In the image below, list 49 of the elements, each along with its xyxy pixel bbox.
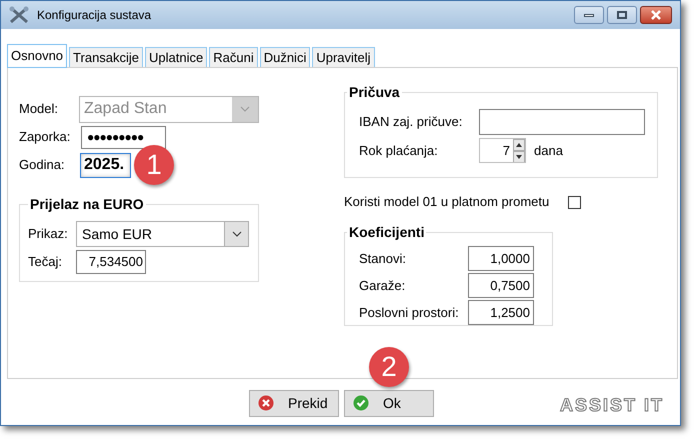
password-label: Zaporka: bbox=[19, 128, 72, 146]
tab[interactable]: Transakcije bbox=[69, 47, 144, 68]
days-label: dana bbox=[534, 142, 563, 160]
check-icon bbox=[353, 395, 369, 411]
payment-term-spinner[interactable]: 7 bbox=[479, 138, 526, 163]
window-title: Konfiguracija sustava bbox=[37, 7, 152, 24]
year-field[interactable]: 2025. bbox=[80, 152, 131, 178]
spin-up-icon[interactable] bbox=[513, 139, 525, 150]
tools-icon bbox=[9, 6, 29, 24]
iban-field[interactable] bbox=[479, 109, 645, 135]
tab[interactable]: Dužnici bbox=[260, 47, 310, 68]
tab[interactable]: Računi bbox=[209, 47, 258, 68]
payment-term-label: Rok plaćanja: bbox=[359, 142, 439, 160]
coefficient-field[interactable]: 0,7500 bbox=[468, 273, 534, 298]
display-value: Samo EUR bbox=[81, 224, 154, 244]
display-dropdown[interactable]: Samo EUR bbox=[76, 221, 249, 247]
model01-checkbox[interactable] bbox=[568, 196, 581, 208]
minimize-icon bbox=[584, 14, 594, 16]
model01-label: Koristi model 01 u platnom prometu bbox=[344, 193, 550, 212]
rate-label: Tečaj: bbox=[28, 253, 63, 272]
cancel-button[interactable]: Prekid bbox=[249, 390, 339, 416]
year-label: Godina: bbox=[19, 156, 66, 174]
model-label: Model: bbox=[19, 100, 60, 118]
group-title: Prijelaz na EURO bbox=[29, 195, 145, 214]
iban-label: IBAN zaj. pričuve: bbox=[359, 113, 464, 132]
tab[interactable]: Uplatnice bbox=[145, 47, 208, 68]
close-icon bbox=[650, 10, 662, 20]
maximize-icon bbox=[617, 11, 627, 19]
maximize-button[interactable] bbox=[607, 6, 637, 24]
spinner-value: 7 bbox=[502, 142, 511, 160]
coefficient-field[interactable]: 1,0000 bbox=[468, 246, 534, 271]
close-button[interactable] bbox=[640, 6, 672, 24]
model-value: Zapad Stan bbox=[83, 99, 168, 119]
logo: ASSIST IT bbox=[560, 394, 664, 416]
group-title: Koeficijenti bbox=[348, 223, 426, 242]
coefficient-label: Stanovi: bbox=[359, 250, 407, 268]
cancel-icon bbox=[258, 395, 274, 411]
tab[interactable]: Osnovno bbox=[7, 44, 68, 68]
rate-field[interactable]: 7,534500 bbox=[76, 250, 146, 274]
coefficient-label: Garaže: bbox=[359, 276, 406, 295]
display-label: Prikaz: bbox=[28, 225, 69, 244]
minimize-button[interactable] bbox=[574, 6, 604, 24]
annotation-marker: 1 bbox=[134, 145, 174, 185]
group-title: Pričuva bbox=[348, 83, 401, 102]
coefficient-field[interactable]: 1,2500 bbox=[468, 300, 534, 325]
spin-down-icon[interactable] bbox=[513, 150, 525, 162]
tab[interactable]: Upravitelj bbox=[312, 47, 375, 68]
coefficient-label: Poslovni prostori: bbox=[359, 304, 460, 322]
ok-button[interactable]: Ok bbox=[344, 390, 434, 416]
